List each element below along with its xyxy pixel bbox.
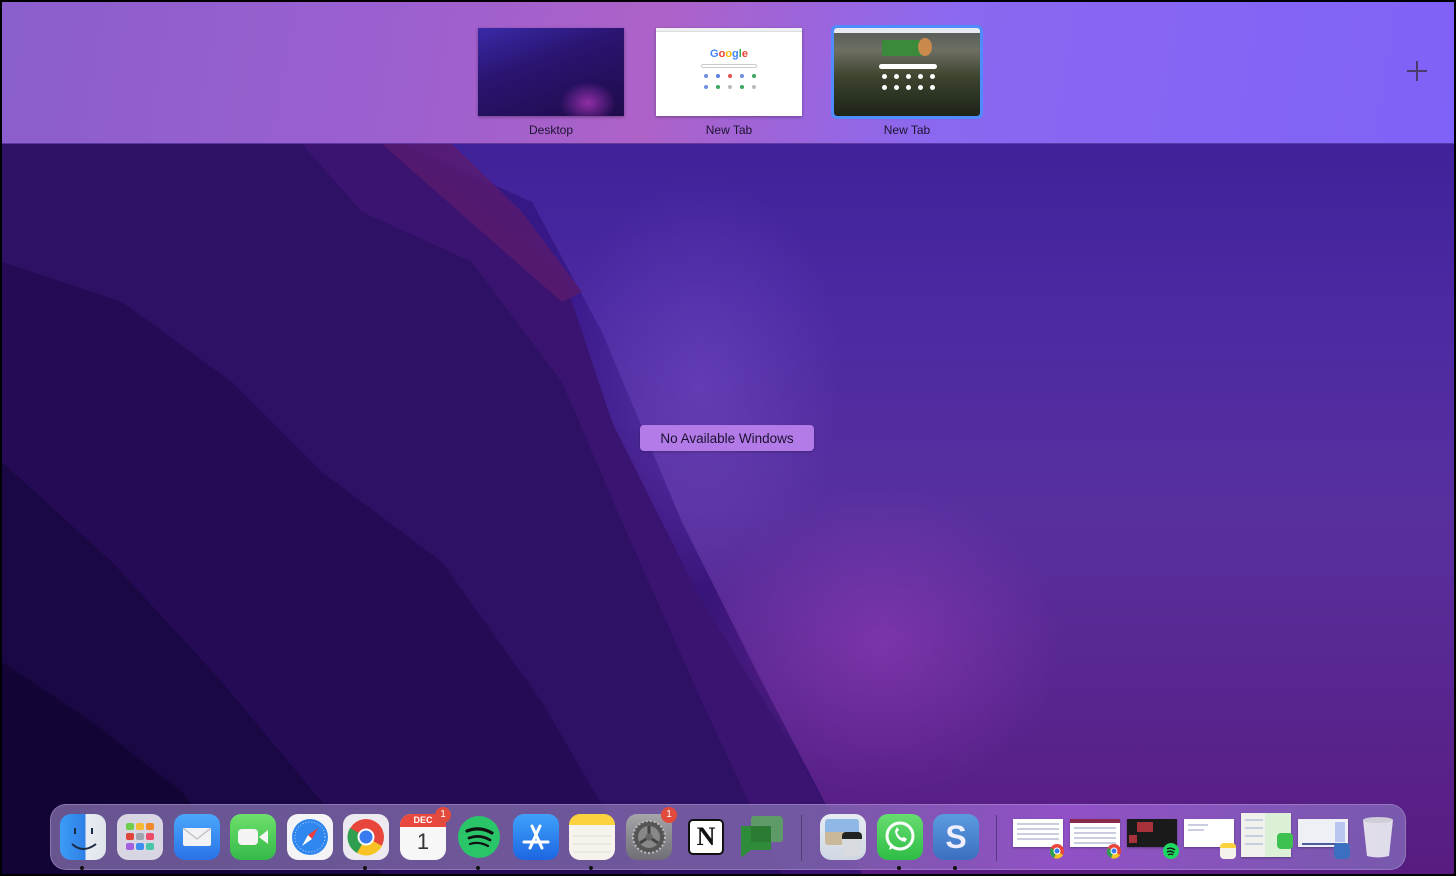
notification-badge: 1 bbox=[661, 807, 677, 823]
chrome-icon bbox=[1106, 843, 1122, 859]
notion-glyph: N bbox=[688, 819, 724, 855]
safari-icon bbox=[287, 814, 333, 860]
dock-item-mail[interactable] bbox=[173, 813, 221, 861]
dock-divider bbox=[996, 815, 997, 861]
snagit-icon bbox=[1334, 843, 1350, 859]
space-label: Desktop bbox=[528, 123, 574, 137]
dock-item-spotify[interactable] bbox=[455, 813, 503, 870]
dock-item-facetime[interactable] bbox=[229, 813, 277, 861]
running-indicator bbox=[476, 866, 480, 870]
dock-item-launchpad[interactable] bbox=[116, 813, 164, 861]
space-desktop[interactable]: Desktop bbox=[476, 28, 626, 137]
running-indicator bbox=[80, 866, 84, 870]
shortcuts-grid bbox=[882, 74, 938, 90]
dock-item-whatsapp[interactable] bbox=[876, 813, 924, 870]
notion-icon: N bbox=[683, 814, 729, 860]
dock: DEC 1 1 1 N S bbox=[50, 804, 1406, 870]
dock-item-google-chat[interactable] bbox=[738, 813, 786, 861]
minimized-window-spotify[interactable] bbox=[1127, 819, 1179, 859]
google-chat-icon bbox=[739, 814, 785, 860]
running-indicator bbox=[363, 866, 367, 870]
dock-item-app-store[interactable] bbox=[512, 813, 560, 861]
chrome-icon bbox=[1049, 843, 1065, 859]
chrome-icon bbox=[343, 814, 389, 860]
dock-item-snagit[interactable]: S bbox=[932, 813, 980, 870]
dock-item-system-preferences[interactable]: 1 bbox=[625, 807, 677, 861]
running-indicator bbox=[589, 866, 593, 870]
whatsapp-icon bbox=[877, 814, 923, 860]
calendar-day: 1 bbox=[416, 829, 430, 854]
running-indicator bbox=[897, 866, 901, 870]
whatsapp-icon bbox=[1277, 833, 1293, 849]
trash-icon bbox=[1355, 814, 1401, 860]
dock-item-safari[interactable] bbox=[286, 813, 334, 861]
dock-item-trash[interactable] bbox=[1354, 813, 1402, 861]
running-indicator bbox=[953, 866, 957, 870]
launchpad-icon bbox=[117, 814, 163, 860]
spotify-icon bbox=[456, 814, 502, 860]
space-thumbnail[interactable] bbox=[831, 25, 983, 119]
preview-icon bbox=[820, 814, 866, 860]
search-box bbox=[879, 64, 937, 69]
notes-icon bbox=[569, 814, 615, 860]
browser-toolbar bbox=[656, 28, 802, 32]
spaces-bar: Desktop Google New Tab New Tab bbox=[2, 2, 1454, 144]
app-store-icon bbox=[513, 814, 559, 860]
shortcuts-grid bbox=[704, 74, 756, 89]
minimized-window-notes[interactable] bbox=[1184, 819, 1236, 859]
dock-divider bbox=[801, 815, 802, 861]
doodle-figure bbox=[918, 38, 932, 56]
space-new-tab-2[interactable]: New Tab bbox=[831, 25, 983, 137]
no-available-windows-message: No Available Windows bbox=[640, 425, 814, 451]
desktop: Desktop Google New Tab New Tab No Availa… bbox=[2, 2, 1454, 874]
dock-item-notion[interactable]: N bbox=[682, 813, 730, 861]
browser-toolbar bbox=[834, 28, 980, 33]
dock-item-notes[interactable] bbox=[568, 813, 616, 870]
facetime-icon bbox=[230, 814, 276, 860]
space-label: New Tab bbox=[883, 123, 931, 137]
add-space-button[interactable] bbox=[1406, 60, 1428, 82]
minimized-window-whatsapp[interactable] bbox=[1241, 813, 1293, 857]
notification-badge: 1 bbox=[435, 807, 451, 823]
minimized-window-chrome[interactable] bbox=[1013, 819, 1064, 859]
dock-item-chrome[interactable] bbox=[342, 813, 390, 870]
search-box bbox=[701, 64, 757, 68]
dock-item-finder[interactable] bbox=[59, 813, 107, 870]
notes-icon bbox=[1220, 843, 1236, 859]
minimized-window-snagit[interactable] bbox=[1298, 819, 1350, 859]
space-thumbnail[interactable]: Google bbox=[656, 28, 802, 116]
spotify-icon bbox=[1163, 843, 1179, 859]
mail-icon bbox=[174, 814, 220, 860]
space-thumbnail[interactable] bbox=[478, 28, 624, 116]
snagit-glyph: S bbox=[945, 819, 967, 855]
doodle-image bbox=[882, 40, 922, 56]
snagit-icon: S bbox=[933, 814, 979, 860]
space-label: New Tab bbox=[705, 123, 753, 137]
minimized-window-chrome[interactable] bbox=[1070, 819, 1121, 859]
dock-item-preview[interactable] bbox=[819, 813, 867, 861]
finder-icon bbox=[60, 814, 106, 860]
google-logo: Google bbox=[710, 48, 748, 60]
space-new-tab-1[interactable]: Google New Tab bbox=[654, 28, 804, 137]
dock-item-calendar[interactable]: DEC 1 1 bbox=[399, 807, 451, 861]
